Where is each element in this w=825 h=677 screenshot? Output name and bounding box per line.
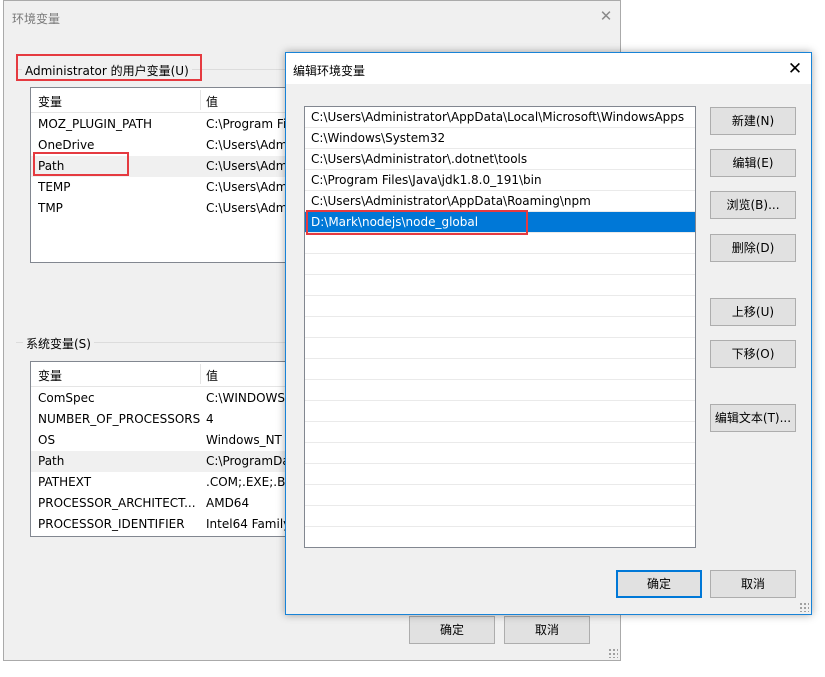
variable-name: Path	[38, 454, 65, 468]
variable-value: Intel64 Family	[206, 517, 291, 531]
variable-name: TEMP	[38, 180, 71, 194]
variable-name: PATHEXT	[38, 475, 92, 489]
list-item[interactable]: NUMBER_OF_PROCESSORS 4	[31, 409, 299, 430]
path-entry: C:\Windows\System32	[311, 131, 446, 145]
variable-name: TMP	[38, 201, 63, 215]
empty-row[interactable]	[305, 506, 695, 527]
variable-value: Windows_NT	[206, 433, 282, 447]
column-header-value[interactable]: 值	[206, 93, 218, 110]
column-divider[interactable]	[200, 364, 201, 384]
column-divider[interactable]	[200, 90, 201, 110]
empty-row[interactable]	[305, 464, 695, 485]
variable-value: C:\WINDOWS	[206, 391, 286, 405]
cancel-button[interactable]: 取消	[504, 616, 590, 644]
list-item[interactable]: C:\Program Files\Java\jdk1.8.0_191\bin	[305, 170, 695, 191]
list-item[interactable]: TEMP C:\Users\Adm	[31, 177, 299, 198]
empty-row[interactable]	[305, 401, 695, 422]
column-header-value[interactable]: 值	[206, 367, 218, 384]
path-list[interactable]: C:\Users\Administrator\AppData\Local\Mic…	[304, 106, 696, 548]
list-item[interactable]: C:\Users\Administrator\AppData\Roaming\n…	[305, 191, 695, 212]
list-item[interactable]: TMP C:\Users\Adm	[31, 198, 299, 219]
empty-row[interactable]	[305, 359, 695, 380]
system-vars-header: 变量 值	[31, 362, 299, 387]
edit-button[interactable]: 编辑(E)	[710, 149, 796, 177]
cancel-button[interactable]: 取消	[710, 570, 796, 598]
variable-name: PROCESSOR_ARCHITECT...	[38, 496, 196, 510]
variable-value: 4	[206, 412, 214, 426]
path-entry: C:\Users\Administrator\.dotnet\tools	[311, 152, 528, 166]
list-item[interactable]: PATHEXT .COM;.EXE;.BA	[31, 472, 299, 493]
empty-row[interactable]	[305, 233, 695, 254]
variable-value: AMD64	[206, 496, 250, 510]
dialog-title: 环境变量	[12, 12, 61, 26]
ok-button[interactable]: 确定	[616, 570, 702, 598]
system-vars-label: 系统变量(S)	[23, 335, 94, 352]
variable-value: C:\Program Fi	[206, 117, 287, 131]
variable-name: OneDrive	[38, 138, 95, 152]
list-item[interactable]: MOZ_PLUGIN_PATH C:\Program Fi	[31, 114, 299, 135]
new-button[interactable]: 新建(N)	[710, 107, 796, 135]
empty-row[interactable]	[305, 338, 695, 359]
annotation-box	[33, 152, 129, 176]
variable-value: C:\ProgramDa	[206, 454, 290, 468]
move-down-button[interactable]: 下移(O)	[710, 340, 796, 368]
path-entry: C:\Program Files\Java\jdk1.8.0_191\bin	[311, 173, 542, 187]
empty-row[interactable]	[305, 275, 695, 296]
variable-name: OS	[38, 433, 56, 447]
user-vars-header: 变量 值	[31, 88, 299, 113]
annotation-box	[16, 54, 202, 81]
variable-name: MOZ_PLUGIN_PATH	[38, 117, 153, 131]
path-entry: C:\Users\Administrator\AppData\Roaming\n…	[311, 194, 591, 208]
list-item[interactable]: Path C:\ProgramDa	[31, 451, 299, 472]
variable-value: .COM;.EXE;.BA	[206, 475, 294, 489]
close-icon[interactable]: ✕	[785, 59, 805, 79]
list-item[interactable]: C:\Windows\System32	[305, 128, 695, 149]
ok-button[interactable]: 确定	[409, 616, 495, 644]
variable-value: C:\Users\Adm	[206, 159, 288, 173]
variable-name: NUMBER_OF_PROCESSORS	[38, 412, 200, 426]
list-item[interactable]: C:\Users\Administrator\.dotnet\tools	[305, 149, 695, 170]
edit-environment-variable-dialog: 编辑环境变量 ✕ C:\Users\Administrator\AppData\…	[285, 52, 812, 615]
empty-row[interactable]	[305, 254, 695, 275]
resize-grip-icon[interactable]	[799, 602, 809, 612]
dialog-title: 编辑环境变量	[293, 64, 366, 78]
empty-row[interactable]	[305, 296, 695, 317]
empty-row[interactable]	[305, 485, 695, 506]
system-vars-list[interactable]: 变量 值 ComSpec C:\WINDOWS NUMBER_OF_PROCES…	[30, 361, 300, 537]
variable-name: PROCESSOR_IDENTIFIER	[38, 517, 185, 531]
variable-value: C:\Users\Adm	[206, 138, 288, 152]
empty-row[interactable]	[305, 422, 695, 443]
resize-grip-icon[interactable]	[608, 648, 618, 658]
move-up-button[interactable]: 上移(U)	[710, 298, 796, 326]
annotation-box	[306, 210, 528, 235]
empty-row[interactable]	[305, 527, 695, 547]
empty-row[interactable]	[305, 443, 695, 464]
empty-row[interactable]	[305, 380, 695, 401]
browse-button[interactable]: 浏览(B)...	[710, 191, 796, 219]
list-item[interactable]: C:\Users\Administrator\AppData\Local\Mic…	[305, 107, 695, 128]
variable-value: C:\Users\Adm	[206, 201, 288, 215]
variable-name: ComSpec	[38, 391, 95, 405]
variable-value: C:\Users\Adm	[206, 180, 288, 194]
list-item[interactable]: PROCESSOR_IDENTIFIER Intel64 Family	[31, 514, 299, 535]
column-header-variable[interactable]: 变量	[38, 367, 62, 384]
list-item[interactable]: PROCESSOR_ARCHITECT... AMD64	[31, 493, 299, 514]
title-bar[interactable]: 编辑环境变量 ✕	[286, 53, 811, 84]
close-icon[interactable]: ✕	[598, 8, 614, 24]
list-item[interactable]: OS Windows_NT	[31, 430, 299, 451]
list-item[interactable]: ComSpec C:\WINDOWS	[31, 388, 299, 409]
empty-row[interactable]	[305, 317, 695, 338]
edit-text-button[interactable]: 编辑文本(T)...	[710, 404, 796, 432]
path-entry: C:\Users\Administrator\AppData\Local\Mic…	[311, 110, 685, 124]
column-header-variable[interactable]: 变量	[38, 93, 62, 110]
delete-button[interactable]: 删除(D)	[710, 234, 796, 262]
